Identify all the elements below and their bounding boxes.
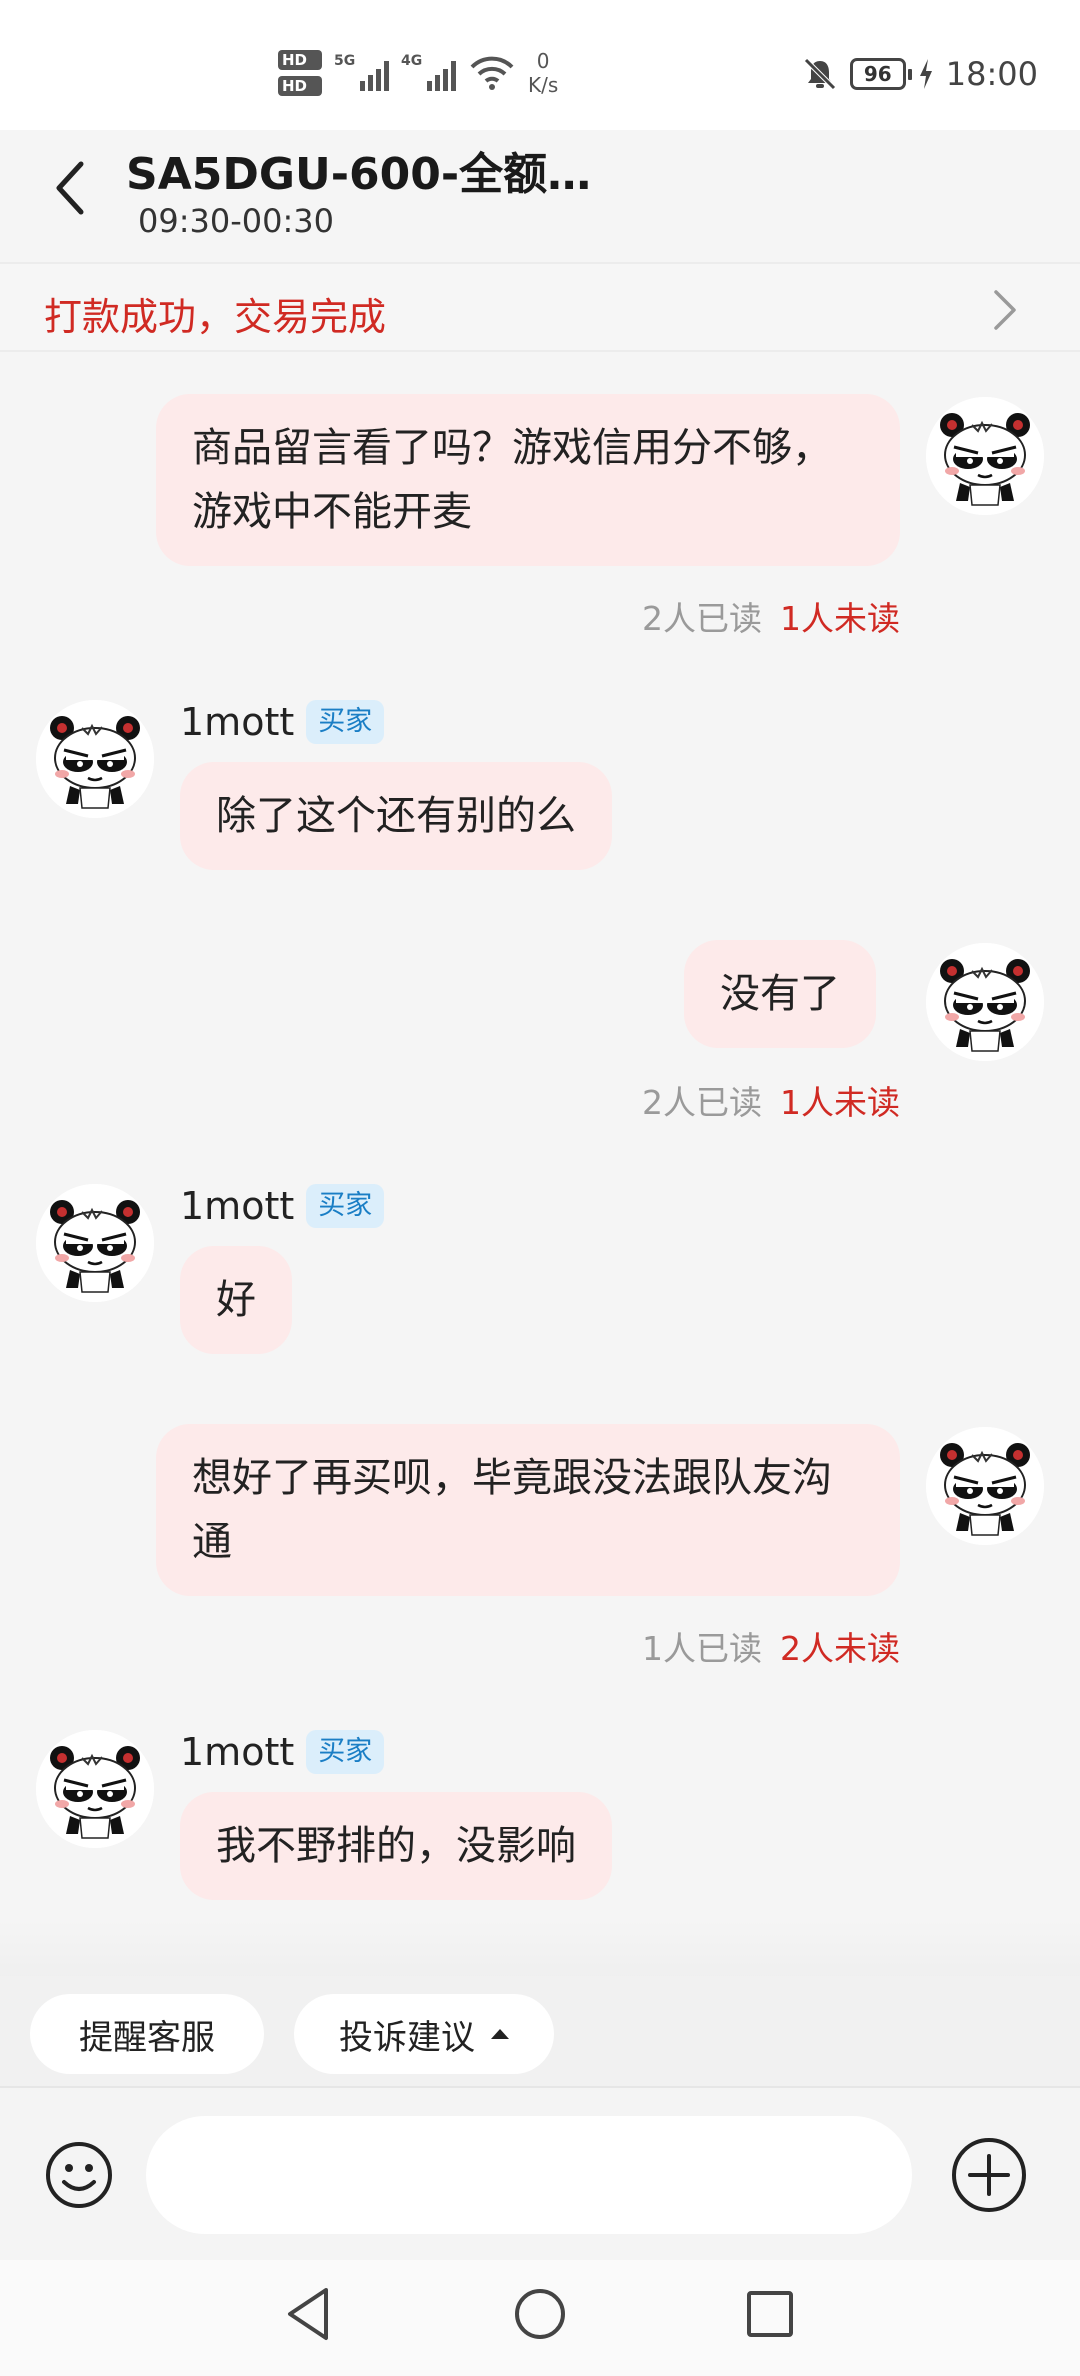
- charging-icon: [919, 59, 932, 89]
- message-bubble-self[interactable]: 没有了: [684, 940, 876, 1048]
- scroll-fade: [0, 1920, 1080, 1980]
- chat-subtitle: 09:30-00:30: [138, 202, 334, 240]
- hd-icon: HD HD: [278, 50, 322, 96]
- emoji-icon[interactable]: [44, 2140, 114, 2210]
- complaint-label: 投诉建议: [339, 2017, 475, 2058]
- avatar-other[interactable]: [36, 1184, 154, 1302]
- hd1-label: HD: [278, 50, 322, 70]
- caret-up-icon: [491, 2029, 509, 2039]
- message-bubble-self[interactable]: 想好了再买呗，毕竟跟没法跟队友沟通: [156, 1424, 900, 1596]
- sender-name: 1mott: [180, 700, 295, 744]
- status-right: 96 18:00: [802, 52, 1038, 96]
- role-badge: 买家: [306, 700, 385, 744]
- wifi-icon: [470, 56, 514, 90]
- read-status: 1人已读 2人未读: [642, 1622, 900, 1670]
- message-bubble-other[interactable]: 我不野排的，没影响: [180, 1792, 612, 1900]
- clock: 18:00: [945, 55, 1038, 93]
- read-count: 2人已读: [642, 599, 762, 638]
- remind-service-label: 提醒客服: [79, 2017, 215, 2058]
- nav-home-icon[interactable]: [510, 2284, 570, 2344]
- status-left: HD HD 5G 4G 0 K/s: [278, 40, 558, 106]
- unread-count[interactable]: 1人未读: [780, 1083, 900, 1122]
- message-bubble-self[interactable]: 商品留言看了吗？游戏信用分不够，游戏中不能开麦: [156, 394, 900, 566]
- speed-value: 0: [536, 49, 550, 73]
- back-arrow-icon: [56, 161, 84, 215]
- plus-icon[interactable]: [950, 2136, 1028, 2214]
- back-button[interactable]: [40, 150, 100, 226]
- sender-info: 1mott 买家: [180, 1730, 385, 1774]
- speed-unit: K/s: [528, 73, 559, 97]
- nav-recents-icon[interactable]: [742, 2284, 798, 2344]
- chevron-right-icon: [994, 290, 1016, 330]
- message-bubble-other[interactable]: 好: [180, 1246, 292, 1354]
- sender-name: 1mott: [180, 1730, 295, 1774]
- chat-title: SA5DGU-600-全额…: [126, 149, 592, 200]
- system-nav-bar: [0, 2260, 1080, 2376]
- net2-label: 4G: [401, 53, 423, 69]
- read-count: 1人已读: [642, 1629, 762, 1668]
- remind-service-button[interactable]: 提醒客服: [30, 1994, 264, 2074]
- net-speed: 0 K/s: [528, 49, 558, 97]
- complaint-button[interactable]: 投诉建议: [294, 1994, 554, 2074]
- read-count: 2人已读: [642, 1083, 762, 1122]
- mute-icon: [804, 58, 836, 90]
- order-status-banner[interactable]: 打款成功，交易完成: [0, 262, 1080, 352]
- avatar-other[interactable]: [36, 700, 154, 818]
- read-status: 2人已读 1人未读: [642, 1076, 900, 1124]
- nav-back-icon[interactable]: [282, 2284, 334, 2344]
- avatar-self[interactable]: [926, 943, 1044, 1061]
- hd2-label: HD: [278, 76, 322, 96]
- quick-actions-bar: 提醒客服 投诉建议: [0, 1976, 1080, 2086]
- signal-icon: 5G: [334, 53, 389, 91]
- message-bubble-other[interactable]: 除了这个还有别的么: [180, 762, 612, 870]
- sender-info: 1mott 买家: [180, 1184, 385, 1228]
- sender-info: 1mott 买家: [180, 700, 385, 744]
- input-bar: [0, 2086, 1080, 2260]
- avatar-self[interactable]: [926, 397, 1044, 515]
- battery-icon: 96: [849, 58, 912, 90]
- net1-label: 5G: [334, 53, 356, 69]
- sender-name: 1mott: [180, 1184, 295, 1228]
- read-status: 2人已读 1人未读: [642, 592, 900, 640]
- unread-count[interactable]: 2人未读: [780, 1629, 900, 1668]
- role-badge: 买家: [306, 1730, 385, 1774]
- avatar-self[interactable]: [926, 1427, 1044, 1545]
- unread-count[interactable]: 1人未读: [780, 599, 900, 638]
- signal-icon-2: 4G: [401, 53, 456, 91]
- role-badge: 买家: [306, 1184, 385, 1228]
- status-bar: HD HD 5G 4G 0 K/s 96 18:00: [0, 0, 1080, 130]
- order-status-text: 打款成功，交易完成: [44, 295, 387, 339]
- message-input[interactable]: [146, 2116, 912, 2234]
- avatar-other[interactable]: [36, 1730, 154, 1848]
